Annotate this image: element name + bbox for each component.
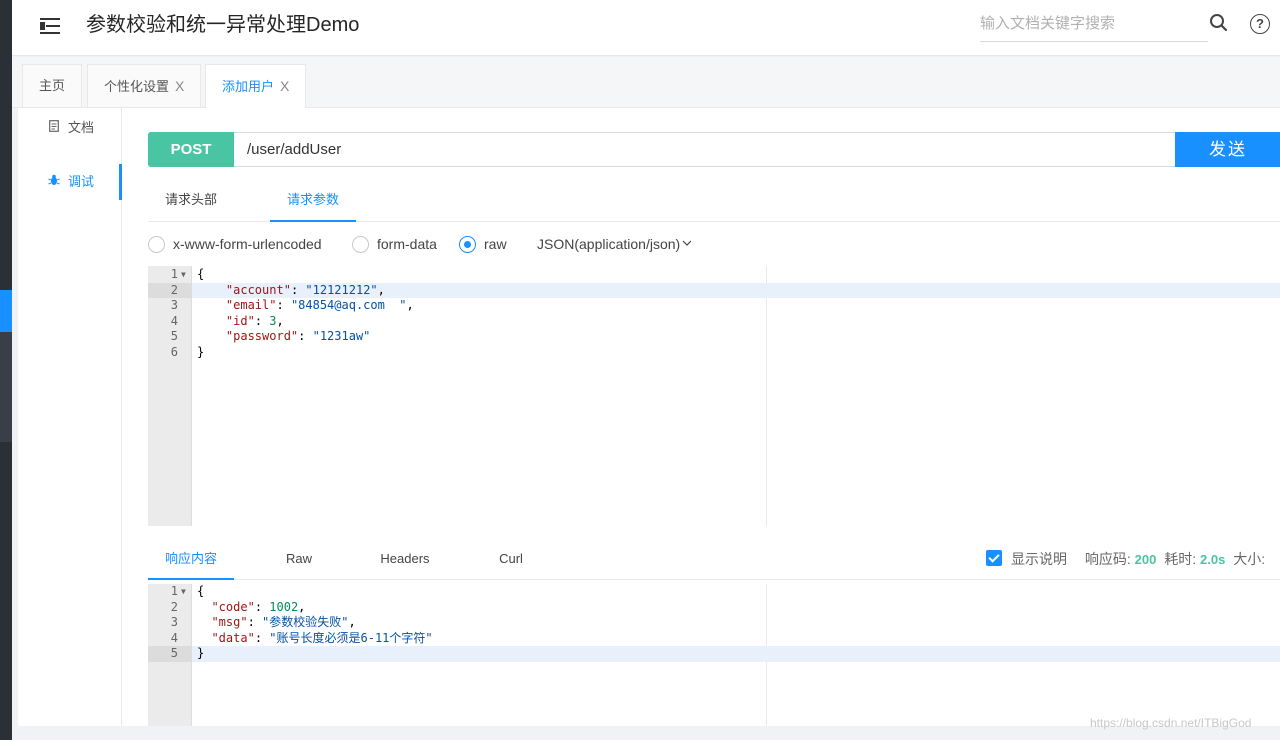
- status-label: 响应码:: [1084, 551, 1131, 567]
- code-line: 6}: [170, 344, 205, 359]
- code-line: 3 "email": "84854@aq.com ",: [170, 298, 414, 312]
- time-label: 耗时:: [1164, 551, 1197, 567]
- page-title: 参数校验和统一异常处理Demo: [86, 14, 360, 36]
- request-tabs: 请求头部 请求参数: [148, 182, 1280, 222]
- tab-personal-settings[interactable]: 个性化设置 X: [87, 64, 202, 107]
- time-value: 2.0s: [1200, 552, 1226, 567]
- code-line: 3 "msg": "参数校验失败",: [170, 615, 356, 629]
- tab-response-raw[interactable]: Raw: [268, 540, 330, 580]
- radio-label: raw: [484, 236, 507, 252]
- request-body-editor[interactable]: 1 ▼{ 2 "account": "12121212", 3 "email": …: [148, 266, 1280, 526]
- tab-request-params[interactable]: 请求参数: [270, 182, 356, 222]
- tab-request-headers[interactable]: 请求头部: [148, 182, 234, 222]
- top-header: 参数校验和统一异常处理Demo ?: [12, 0, 1280, 56]
- menu-collapse-icon[interactable]: [40, 16, 62, 36]
- response-meta: 显示说明 响应码: 200 耗时: 2.0s 大小:: [986, 548, 1265, 570]
- radio-circle: [459, 235, 476, 253]
- search-input[interactable]: [980, 8, 1208, 38]
- http-method-badge[interactable]: POST: [148, 132, 234, 167]
- tab-label: 主页: [39, 78, 66, 93]
- chevron-down-icon: [682, 232, 692, 252]
- radio-label: x-www-form-urlencoded: [173, 236, 322, 252]
- radio-circle: [148, 235, 165, 253]
- close-icon[interactable]: X: [175, 78, 184, 94]
- outer-sidebar-section: [0, 332, 12, 442]
- content-type-label: JSON(application/json): [537, 236, 681, 252]
- code-line: 4 "id": 3,: [170, 313, 284, 328]
- side-item-label: 文档: [68, 120, 95, 135]
- code-line: 1 ▼{: [170, 267, 205, 281]
- tab-add-user[interactable]: 添加用户 X: [205, 64, 307, 108]
- code-line: 2 "account": "12121212",: [148, 282, 1280, 298]
- help-icon[interactable]: ?: [1250, 14, 1270, 34]
- fold-arrow-icon: ▼: [181, 270, 186, 279]
- show-description-label: 显示说明: [1011, 551, 1067, 567]
- main-content: 文档 调试 POST 发送 请求头部 请求参数 x-www-form-urlen…: [18, 108, 1280, 726]
- tab-response-body[interactable]: 响应内容: [148, 540, 234, 580]
- radio-label: form-data: [377, 236, 437, 252]
- response-tabs: 响应内容 Raw Headers Curl 显示说明 响应码: 200 耗时: …: [148, 540, 1280, 580]
- radio-form-data[interactable]: form-data: [352, 234, 437, 254]
- side-item-docs[interactable]: 文档: [18, 110, 122, 146]
- page-tabs-bar: 主页 个性化设置 X 添加用户 X: [12, 57, 1280, 108]
- side-item-label: 调试: [68, 174, 95, 189]
- size-label: 大小:: [1233, 551, 1266, 567]
- code-line: 2 "code": 1002,: [170, 599, 306, 614]
- radio-raw[interactable]: raw: [459, 234, 507, 254]
- watermark: https://blog.csdn.net/ITBigGod: [1090, 716, 1252, 730]
- app-window: 参数校验和统一异常处理Demo ? 主页 个性化设置 X 添加用户 X 文档: [0, 0, 1280, 740]
- request-bar: POST 发送: [148, 132, 1280, 167]
- code-line: 1 ▼{: [170, 584, 205, 598]
- document-icon: [48, 110, 60, 146]
- radio-circle: [352, 235, 369, 253]
- response-body-editor[interactable]: 1 ▼{ 2 "code": 1002, 3 "msg": "参数校验失败", 4…: [148, 584, 1280, 726]
- tab-response-headers[interactable]: Headers: [372, 540, 438, 580]
- code-line: 5}: [148, 646, 1280, 662]
- outer-sidebar-active-indicator: [0, 290, 12, 332]
- outer-sidebar-strip: [0, 0, 12, 740]
- tab-home[interactable]: 主页: [22, 64, 83, 107]
- doc-side-menu: 文档 调试: [18, 108, 122, 726]
- show-description-checkbox[interactable]: [986, 550, 1002, 567]
- bug-icon: [48, 164, 60, 200]
- close-icon[interactable]: X: [280, 78, 289, 94]
- code-line: 4 "data": "账号长度必须是6-11个字符": [170, 630, 433, 645]
- send-button[interactable]: 发送: [1175, 132, 1280, 167]
- search-icon[interactable]: [1208, 12, 1230, 34]
- side-item-debug[interactable]: 调试: [18, 164, 122, 200]
- content-type-select[interactable]: JSON(application/json): [537, 234, 692, 254]
- search-box: [980, 8, 1208, 42]
- tab-label: 个性化设置: [104, 79, 170, 94]
- url-input[interactable]: [235, 133, 1165, 166]
- radio-urlencoded[interactable]: x-www-form-urlencoded: [148, 234, 322, 254]
- fold-arrow-icon: ▼: [181, 587, 186, 596]
- status-code: 200: [1134, 552, 1157, 567]
- code-line: 5 "password": "1231aw": [170, 329, 371, 343]
- tab-response-curl[interactable]: Curl: [488, 540, 534, 580]
- tab-label: 添加用户: [222, 79, 275, 94]
